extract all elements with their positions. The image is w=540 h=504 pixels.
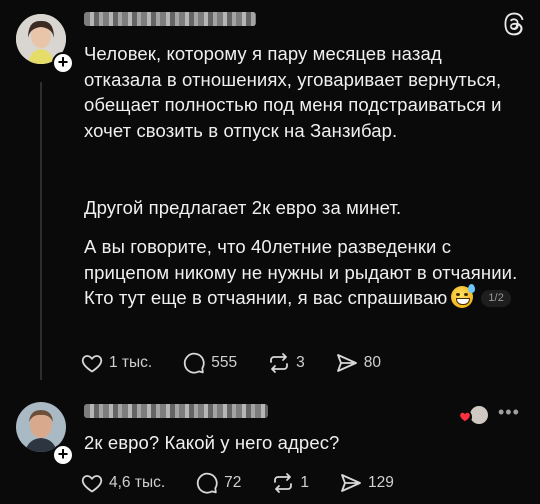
- more-dots-icon[interactable]: •••: [498, 403, 520, 421]
- like-count: 4,6 тыс.: [109, 474, 166, 491]
- repost-count: 1: [300, 474, 310, 491]
- post-actions: 1 тыс. 555 3 80: [80, 350, 411, 376]
- follow-plus-icon[interactable]: +: [52, 444, 74, 466]
- post-paragraph-1: Человек, которому я пару месяцев назад о…: [84, 43, 502, 141]
- comment-count: 72: [224, 474, 242, 491]
- repost-button[interactable]: 1: [271, 471, 309, 495]
- heart-badge-icon: [458, 410, 472, 424]
- comment-button[interactable]: 555: [182, 351, 237, 375]
- share-count: 80: [363, 354, 381, 371]
- threads-logo-icon[interactable]: [502, 12, 526, 36]
- grinning-sweat-emoji-icon: [451, 284, 476, 308]
- send-arrow-icon: [341, 474, 361, 492]
- heart-outline-icon: [81, 475, 103, 493]
- repost-button[interactable]: 3: [267, 351, 305, 375]
- share-button[interactable]: 80: [335, 351, 381, 375]
- send-arrow-icon: [336, 354, 357, 372]
- page-indicator[interactable]: 1/2: [481, 290, 511, 307]
- speech-bubble-icon: [184, 352, 205, 374]
- share-button[interactable]: 129: [339, 471, 394, 495]
- thread-connector-line: [40, 82, 42, 380]
- repost-arrows-icon: [270, 353, 289, 373]
- like-count: 1 тыс.: [109, 354, 153, 371]
- comment-button[interactable]: 72: [195, 471, 241, 495]
- heart-outline-icon: [81, 355, 103, 373]
- repost-count: 3: [296, 354, 305, 371]
- like-button[interactable]: 1 тыс.: [80, 351, 152, 375]
- comment-count: 555: [211, 354, 238, 371]
- share-count: 129: [368, 474, 394, 491]
- reply-username-blurred[interactable]: [84, 404, 268, 418]
- repost-arrows-icon: [274, 473, 293, 493]
- like-button[interactable]: 4,6 тыс.: [80, 471, 165, 495]
- post-paragraph-3: А вы говорите, что 40летние разведенки с…: [84, 234, 524, 311]
- speech-bubble-icon: [196, 472, 218, 494]
- author-username-blurred[interactable]: [84, 12, 256, 26]
- reply-text: 2к евро? Какой у него адрес?: [84, 432, 340, 453]
- post-paragraph-2: Другой предлагает 2к евро за минет.: [84, 197, 402, 218]
- post-main: + Человек, которому я пару месяцев назад…: [0, 0, 540, 392]
- author-liked-indicator: [458, 404, 494, 426]
- reply-actions: 4,6 тыс. 72 1 129: [80, 470, 424, 496]
- follow-plus-icon[interactable]: +: [52, 52, 74, 74]
